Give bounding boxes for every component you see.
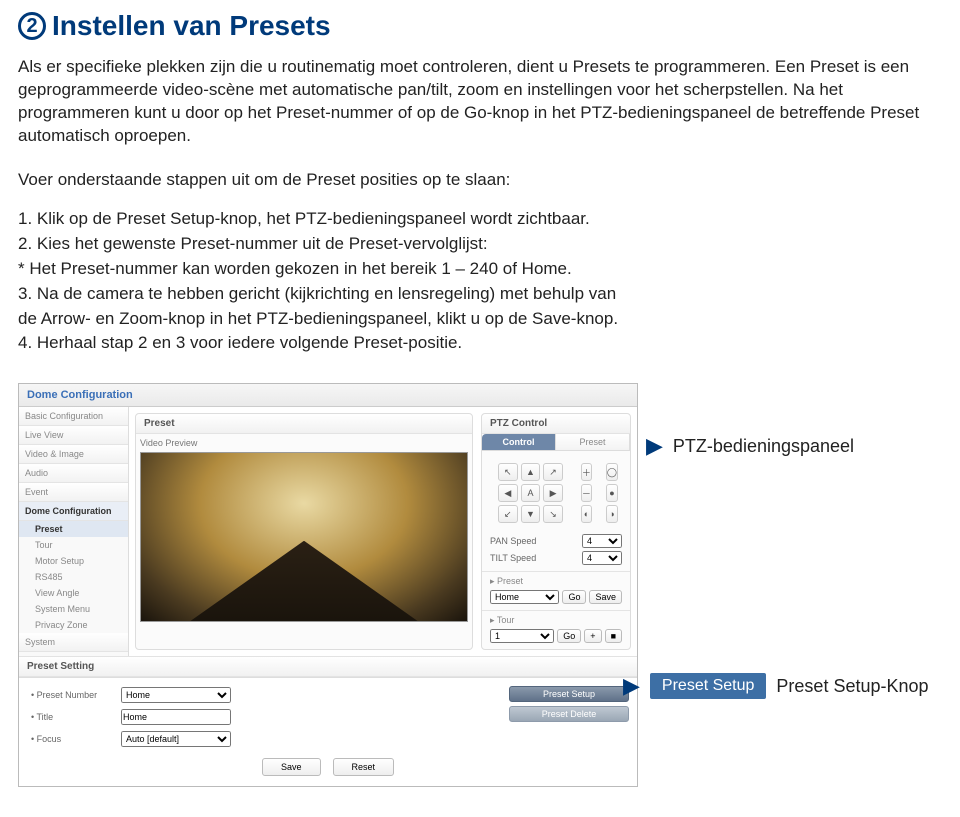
- ptz-arrow-dl[interactable]: ↙: [498, 505, 518, 523]
- preset-panel-title: Preset: [136, 414, 472, 434]
- tour-select[interactable]: 1: [490, 629, 554, 643]
- sidebar: Basic Configuration Live View Video & Im…: [19, 407, 129, 656]
- ptz-arrow-down[interactable]: ▼: [521, 505, 541, 523]
- ptz-tab-control[interactable]: Control: [482, 434, 556, 450]
- sidebar-sub-sysmenu[interactable]: System Menu: [19, 601, 128, 617]
- ptz-arrow-center[interactable]: A: [521, 484, 541, 502]
- preset-section-label: ▸ Preset: [490, 576, 622, 587]
- step-1: 1. Klik op de Preset Setup-knop, het PTZ…: [18, 208, 942, 231]
- sidebar-basic[interactable]: Basic Configuration: [19, 407, 128, 426]
- callout-preset-setup: ▶ Preset Setup Preset Setup-Knop: [623, 673, 929, 699]
- sidebar-sub-tour[interactable]: Tour: [19, 537, 128, 553]
- video-preview[interactable]: [140, 452, 468, 622]
- preset-panel: Preset Video Preview: [135, 413, 473, 650]
- sidebar-sub-motor[interactable]: Motor Setup: [19, 553, 128, 569]
- title-label: • Title: [31, 712, 111, 722]
- focus-select[interactable]: Auto [default]: [121, 731, 231, 747]
- preset-go-button[interactable]: Go: [562, 590, 586, 604]
- tour-plus-button[interactable]: +: [584, 629, 601, 643]
- app-title: Dome Configuration: [19, 384, 637, 407]
- ptz-panel: PTZ Control Control Preset ↖ ▲ ↗ ◀: [481, 413, 631, 650]
- sidebar-sub-viewangle[interactable]: View Angle: [19, 585, 128, 601]
- callout-ptz-text: PTZ-bedieningspaneel: [673, 436, 854, 457]
- preset-setup-badge: Preset Setup: [650, 673, 767, 699]
- heading-title: Instellen van Presets: [52, 10, 331, 42]
- ptz-arrow-ul[interactable]: ↖: [498, 463, 518, 481]
- sidebar-sub-privacy[interactable]: Privacy Zone: [19, 617, 128, 633]
- tilt-speed-select[interactable]: 4: [582, 551, 622, 565]
- video-preview-label: Video Preview: [136, 434, 472, 450]
- arrow-icon: ▶: [646, 433, 663, 459]
- ptz-iris-open[interactable]: ◯: [606, 463, 618, 481]
- save-button[interactable]: Save: [262, 758, 321, 776]
- ptz-title: PTZ Control: [482, 414, 630, 434]
- tour-go-button[interactable]: Go: [557, 629, 581, 643]
- sidebar-system[interactable]: System: [19, 633, 128, 652]
- preset-delete-button[interactable]: Preset Delete: [509, 706, 629, 722]
- steps-list: 1. Klik op de Preset Setup-knop, het PTZ…: [18, 208, 942, 356]
- title-input[interactable]: [121, 709, 231, 725]
- preset-number-label: • Preset Number: [31, 690, 111, 700]
- pan-speed-select[interactable]: 4: [582, 534, 622, 548]
- ptz-arrow-left[interactable]: ◀: [498, 484, 518, 502]
- sidebar-dome[interactable]: Dome Configuration: [19, 502, 128, 521]
- screenshot-wrapper: Dome Configuration Basic Configuration L…: [18, 383, 938, 787]
- sidebar-videoimage[interactable]: Video & Image: [19, 445, 128, 464]
- arrow-icon: ▶: [623, 673, 640, 699]
- app-window: Dome Configuration Basic Configuration L…: [18, 383, 638, 787]
- step-3b: de Arrow- en Zoom-knop in het PTZ-bedien…: [18, 308, 942, 331]
- ptz-zoom-out[interactable]: －: [581, 484, 592, 502]
- ptz-focus-far[interactable]: ◑: [606, 505, 618, 523]
- sidebar-liveview[interactable]: Live View: [19, 426, 128, 445]
- preset-setting-title: Preset Setting: [19, 656, 637, 677]
- ptz-focus-near[interactable]: ◐: [581, 505, 592, 523]
- sidebar-audio[interactable]: Audio: [19, 464, 128, 483]
- tour-section-label: ▸ Tour: [490, 615, 622, 626]
- ptz-arrow-up[interactable]: ▲: [521, 463, 541, 481]
- preset-setup-button[interactable]: Preset Setup: [509, 686, 629, 702]
- reset-button[interactable]: Reset: [333, 758, 395, 776]
- tour-stop-button[interactable]: ■: [605, 629, 622, 643]
- intro-paragraph: Als er specifieke plekken zijn die u rou…: [18, 56, 942, 148]
- focus-label: • Focus: [31, 734, 111, 744]
- tilt-speed-label: TILT Speed: [490, 553, 536, 563]
- step-2a: 2. Kies het gewenste Preset-nummer uit d…: [18, 233, 942, 256]
- preset-select[interactable]: Home: [490, 590, 559, 604]
- ptz-iris-close[interactable]: ●: [606, 484, 618, 502]
- step-2b: * Het Preset-nummer kan worden gekozen i…: [18, 258, 942, 281]
- preset-setup-label: Preset Setup-Knop: [776, 676, 928, 697]
- step-number-badge: 2: [18, 12, 46, 40]
- ptz-arrow-right[interactable]: ▶: [543, 484, 563, 502]
- sidebar-event[interactable]: Event: [19, 483, 128, 502]
- callout-ptz: ▶ PTZ-bedieningspaneel: [646, 433, 854, 459]
- ptz-arrow-dr[interactable]: ↘: [543, 505, 563, 523]
- sub-heading: Voer onderstaande stappen uit om de Pres…: [18, 170, 942, 190]
- step-3a: 3. Na de camera te hebben gericht (kijkr…: [18, 283, 942, 306]
- sidebar-sub-preset[interactable]: Preset: [19, 521, 128, 537]
- sidebar-sub-rs485[interactable]: RS485: [19, 569, 128, 585]
- ptz-arrow-ur[interactable]: ↗: [543, 463, 563, 481]
- preset-save-button[interactable]: Save: [589, 590, 622, 604]
- ptz-zoom-in[interactable]: ＋: [581, 463, 592, 481]
- ptz-tab-preset[interactable]: Preset: [556, 434, 630, 450]
- preset-number-select[interactable]: Home: [121, 687, 231, 703]
- pan-speed-label: PAN Speed: [490, 536, 536, 546]
- section-heading: 2 Instellen van Presets: [18, 10, 942, 42]
- step-4: 4. Herhaal stap 2 en 3 voor iedere volge…: [18, 332, 942, 355]
